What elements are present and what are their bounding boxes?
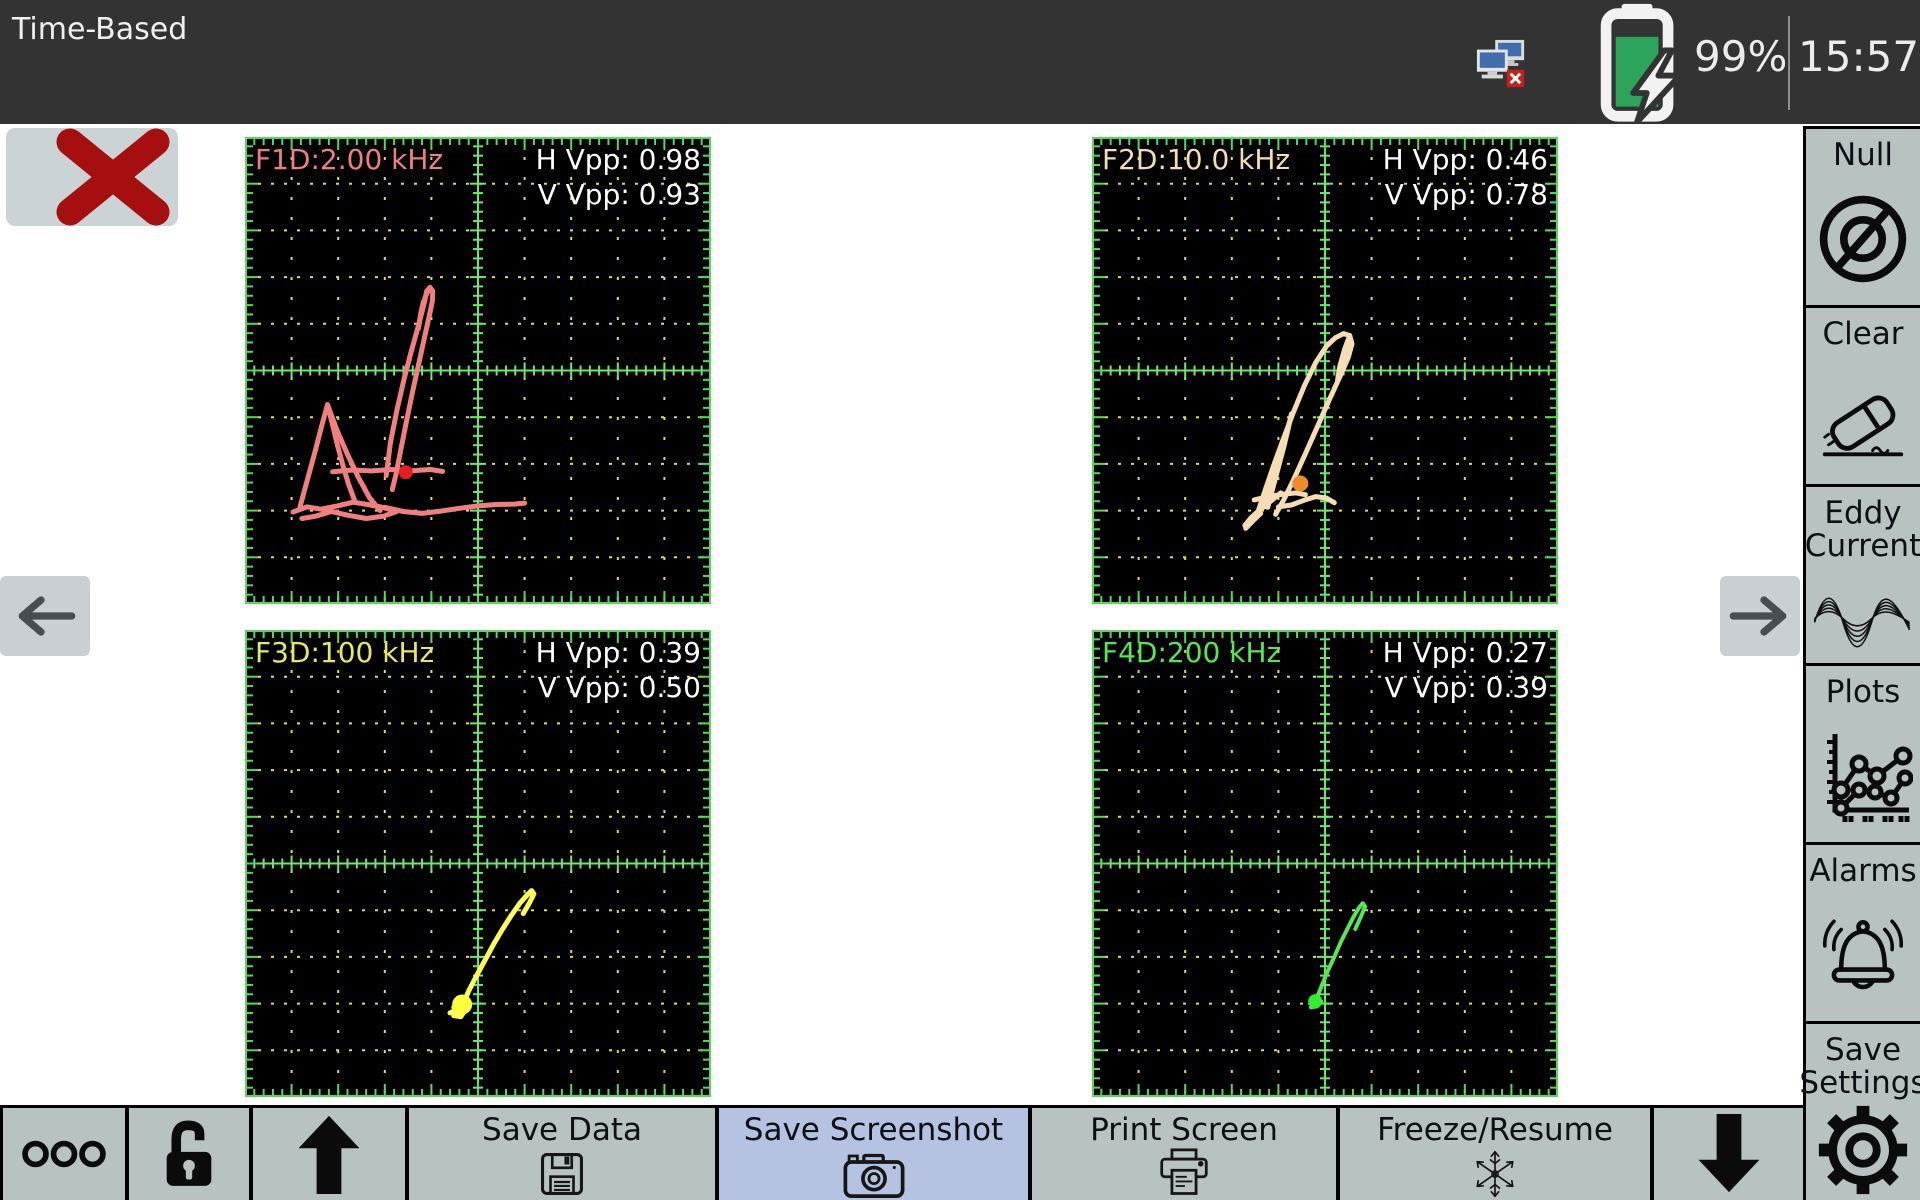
- null-icon: [1815, 191, 1911, 287]
- more-options-button[interactable]: [3, 1108, 125, 1200]
- print-screen-button[interactable]: Print Screen: [1032, 1108, 1336, 1200]
- down-arrow-icon: [1692, 1114, 1766, 1194]
- clock: 15:57: [1798, 32, 1919, 81]
- gear-icon: [1814, 1101, 1912, 1199]
- v-vpp-value: V Vpp: 0.93: [536, 177, 701, 212]
- plot-channel-label: F1D:2.00 kHz: [255, 143, 443, 176]
- plot-f4d: F4D:200 kHz H Vpp: 0.27 V Vpp: 0.39: [1092, 630, 1558, 1097]
- plot-channel-label: F2D:10.0 kHz: [1102, 143, 1290, 176]
- v-vpp-value: V Vpp: 0.50: [536, 670, 701, 705]
- scroll-up-button[interactable]: [253, 1108, 405, 1200]
- plot-vpp-readout: H Vpp: 0.39 V Vpp: 0.50: [536, 635, 701, 705]
- page-title: Time-Based: [12, 12, 187, 47]
- eraser-icon: [1814, 374, 1912, 462]
- freeze-resume-button[interactable]: Freeze/Resume: [1340, 1108, 1650, 1200]
- save-data-button[interactable]: Save Data: [409, 1108, 715, 1200]
- network-disconnected-icon: [1475, 38, 1527, 90]
- snowflake-icon: [1471, 1149, 1519, 1199]
- sidebar-item-save-settings[interactable]: Save Settings: [1806, 1024, 1920, 1200]
- plot-channel-label: F4D:200 kHz: [1102, 636, 1281, 669]
- plot-f3d: F3D:100 kHz H Vpp: 0.39 V Vpp: 0.50: [245, 630, 711, 1097]
- battery-charging-icon: [1580, 2, 1698, 124]
- next-page-button[interactable]: [1720, 576, 1800, 656]
- top-status-bar: Time-Based 99% 15:57: [0, 0, 1920, 124]
- sidebar-item-clear[interactable]: Clear: [1806, 308, 1920, 484]
- sidebar-item-eddy-current[interactable]: Eddy Current: [1806, 487, 1920, 663]
- more-options-icon: [20, 1135, 108, 1173]
- clock-divider: [1788, 16, 1790, 110]
- right-sidebar: Null Clear Eddy Current: [1803, 126, 1920, 1200]
- floppy-disk-icon: [539, 1151, 585, 1197]
- up-arrow-icon: [292, 1114, 366, 1194]
- h-vpp-value: H Vpp: 0.27: [1383, 635, 1548, 670]
- plot-vpp-readout: H Vpp: 0.98 V Vpp: 0.93: [536, 142, 701, 212]
- scroll-down-button[interactable]: [1654, 1108, 1803, 1200]
- plot-f2d: F2D:10.0 kHz H Vpp: 0.46 V Vpp: 0.78: [1092, 137, 1558, 604]
- sidebar-item-alarms[interactable]: Alarms: [1806, 845, 1920, 1021]
- unlock-icon: [161, 1120, 217, 1188]
- sidebar-item-null[interactable]: Null: [1806, 129, 1920, 305]
- close-icon: [6, 128, 178, 226]
- plot-f1d: F1D:2.00 kHz H Vpp: 0.98 V Vpp: 0.93: [245, 137, 711, 604]
- battery-percent: 99%: [1694, 32, 1787, 81]
- lock-button[interactable]: [129, 1108, 249, 1200]
- plot-vpp-readout: H Vpp: 0.27 V Vpp: 0.39: [1383, 635, 1548, 705]
- prev-page-button[interactable]: [0, 576, 90, 656]
- left-arrow-icon: [13, 591, 77, 641]
- plots-icon: [1813, 726, 1913, 826]
- h-vpp-value: H Vpp: 0.46: [1383, 142, 1548, 177]
- h-vpp-value: H Vpp: 0.98: [536, 142, 701, 177]
- right-arrow-icon: [1728, 591, 1792, 641]
- h-vpp-value: H Vpp: 0.39: [536, 635, 701, 670]
- bottom-toolbar: Save Data Save Screenshot Print Screen: [0, 1105, 1806, 1200]
- save-screenshot-button[interactable]: Save Screenshot: [719, 1108, 1028, 1200]
- v-vpp-value: V Vpp: 0.39: [1383, 670, 1548, 705]
- plot-channel-label: F3D:100 kHz: [255, 636, 434, 669]
- alarm-bell-icon: [1813, 909, 1913, 1001]
- plot-vpp-readout: H Vpp: 0.46 V Vpp: 0.78: [1383, 142, 1548, 212]
- close-button[interactable]: [6, 128, 178, 226]
- printer-icon: [1157, 1148, 1211, 1200]
- sidebar-item-plots[interactable]: Plots: [1806, 666, 1920, 842]
- v-vpp-value: V Vpp: 0.78: [1383, 177, 1548, 212]
- camera-icon: [843, 1150, 905, 1198]
- eddy-current-icon: [1810, 575, 1916, 651]
